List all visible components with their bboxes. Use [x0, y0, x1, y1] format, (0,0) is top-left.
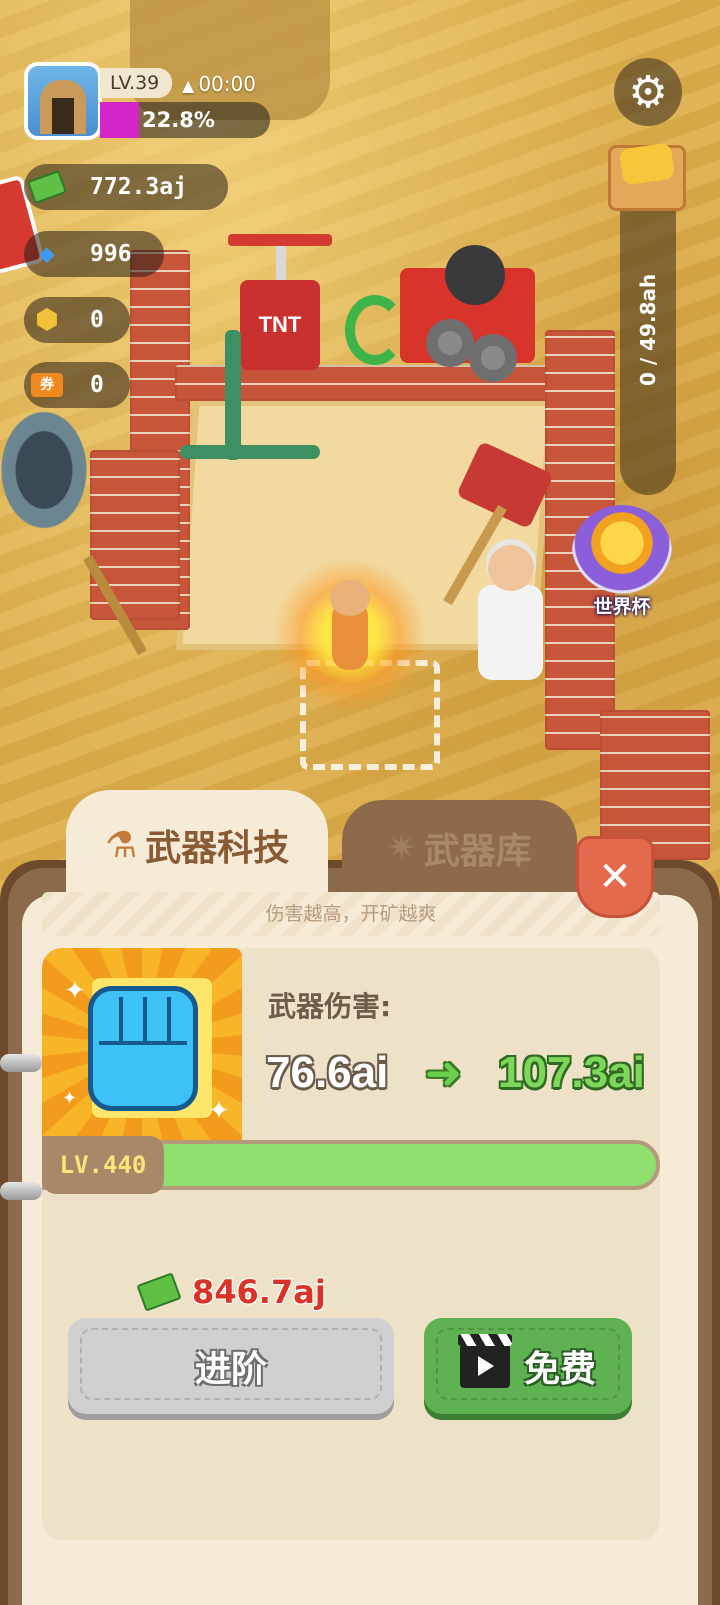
- tab-armory[interactable]: ✷ 武器库: [342, 800, 577, 895]
- close-icon: ✕: [598, 854, 632, 900]
- tnt-detonator: TNT: [228, 234, 332, 370]
- sparkle-icon: ✦: [208, 1096, 230, 1126]
- timer-text: 00:00: [198, 72, 256, 96]
- gem-counter: ◆ 996: [24, 231, 164, 277]
- free-button-label: 免费: [523, 1349, 596, 1390]
- mine-avatar[interactable]: [24, 62, 102, 140]
- scientist-npc[interactable]: [478, 545, 543, 695]
- tab-weapon-tech[interactable]: ⚗ 武器科技: [66, 790, 328, 900]
- damage-next: 107.3ai: [498, 1048, 645, 1097]
- advance-button-label: 进阶: [194, 1349, 267, 1390]
- weapon-level: LV.440: [42, 1136, 164, 1194]
- upgrade-cost: 846.7aj: [136, 1270, 326, 1314]
- gem-value: 996: [90, 241, 132, 267]
- gear-icon: ⚙: [628, 66, 668, 118]
- timer: ▲ 00:00: [182, 72, 256, 96]
- cash-icon: [26, 168, 68, 206]
- ticket-value: 0: [90, 372, 104, 398]
- anchor-arm: [180, 445, 320, 459]
- level-progress-fill: [100, 102, 139, 138]
- level-progress-text: 22.8%: [142, 108, 215, 132]
- scientist-coat: [478, 585, 543, 680]
- flask-icon: ⚗: [104, 824, 138, 866]
- advance-button[interactable]: 进阶: [68, 1318, 394, 1414]
- gold-value: 0: [90, 307, 104, 333]
- sparkle-icon: ✦: [64, 976, 86, 1006]
- fist-icon: [88, 986, 198, 1111]
- free-upgrade-button[interactable]: 免费: [424, 1318, 632, 1414]
- world-cup-icon[interactable]: [572, 505, 672, 600]
- ticket-counter: 券 0: [24, 362, 130, 408]
- cash-counter: 772.3aj: [24, 164, 228, 210]
- close-button[interactable]: ✕: [576, 836, 654, 918]
- dynamite-icon: ✷: [387, 827, 416, 868]
- player-head: [330, 580, 370, 616]
- bomb: [445, 245, 505, 305]
- cash-value: 772.3aj: [90, 174, 187, 200]
- weapon-image: ✦ ✦ ✦: [42, 948, 242, 1143]
- gold-crate-icon[interactable]: [608, 145, 686, 211]
- gold-gauge-value: 0 / 49.8ah: [636, 273, 660, 387]
- weapon-damage-label: 武器伤害:: [268, 990, 392, 1023]
- anchor-weapon: [225, 330, 241, 460]
- gold-nugget-icon: ⬢: [35, 305, 59, 335]
- scientist-head: [488, 545, 534, 591]
- refresh-arrow: [345, 295, 405, 365]
- arrow-right-icon: ➜: [425, 1048, 462, 1099]
- player-character: [270, 560, 430, 710]
- mountain-icon: ▲: [182, 76, 195, 95]
- settings-button[interactable]: ⚙: [614, 58, 682, 126]
- clapperboard-icon: [457, 1334, 512, 1388]
- cash-icon: [136, 1272, 182, 1312]
- tab-armory-label: 武器库: [423, 830, 532, 872]
- sparkle-icon: ✦: [62, 1088, 78, 1109]
- panel-subtitle: 伤害越高，开矿越爽: [42, 892, 660, 936]
- world-cup-label[interactable]: 世界杯: [572, 592, 672, 619]
- binder-ring: [0, 1182, 42, 1200]
- damage-current: 76.6ai: [266, 1048, 389, 1097]
- tab-weapon-tech-label: 武器科技: [145, 828, 290, 869]
- level-progress-bar: 22.8%: [100, 102, 270, 138]
- upgrade-cost-value: 846.7aj: [192, 1273, 326, 1311]
- gear-part: [465, 330, 521, 386]
- ticket-icon: 券: [28, 366, 66, 404]
- gold-counter: ⬢ 0: [24, 297, 130, 343]
- binder-ring: [0, 1054, 42, 1072]
- diamond-icon: ◆: [39, 239, 55, 269]
- player-level: LV.39: [100, 68, 172, 98]
